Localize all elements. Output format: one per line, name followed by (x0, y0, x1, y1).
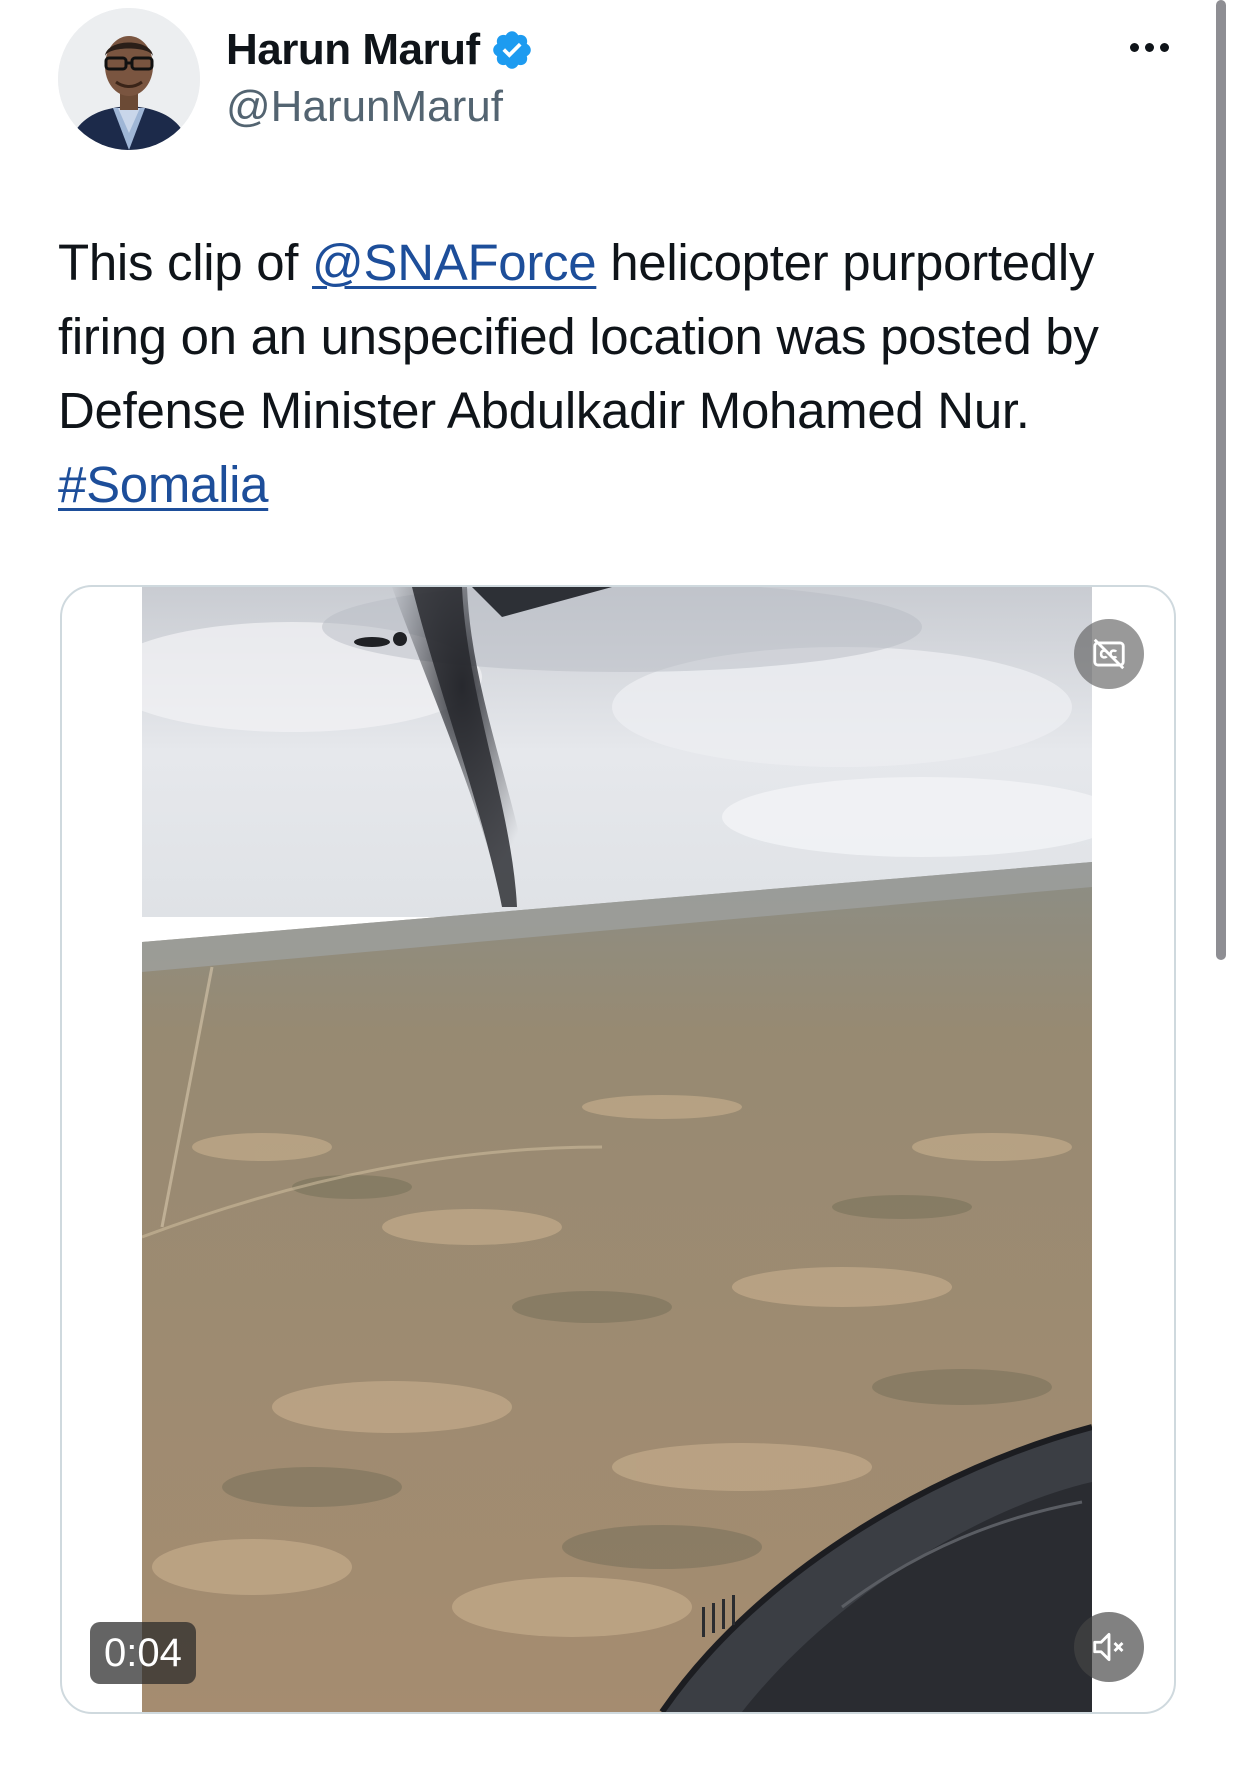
more-options-icon[interactable] (1124, 32, 1174, 62)
tweet-text-part: This clip of (58, 234, 313, 291)
author-name-row[interactable]: Harun Maruf (226, 22, 534, 78)
hashtag-link[interactable]: #Somalia (58, 456, 269, 513)
avatar-photo (58, 8, 200, 150)
video-timestamp: 0:04 (90, 1622, 196, 1684)
more-dot (1144, 42, 1154, 52)
mute-button[interactable] (1074, 1612, 1144, 1682)
author-handle[interactable]: @HarunMaruf (226, 82, 503, 132)
more-dot (1159, 42, 1169, 52)
more-dot (1129, 42, 1139, 52)
video-player[interactable] (142, 587, 1092, 1712)
muted-speaker-icon (1093, 1632, 1124, 1662)
mention-link[interactable]: @SNAForce (312, 234, 597, 291)
video-frame (142, 587, 1092, 1712)
tweet-text: This clip of @SNAForce helicopter purpor… (58, 226, 1188, 522)
author-avatar[interactable] (58, 8, 200, 150)
author-name[interactable]: Harun Maruf (226, 25, 480, 75)
verified-badge-icon (492, 31, 531, 69)
captions-off-icon (1093, 638, 1125, 670)
captions-button[interactable] (1074, 619, 1144, 689)
scrollbar[interactable] (1216, 0, 1226, 960)
video-card[interactable]: 0:04 (60, 585, 1176, 1714)
